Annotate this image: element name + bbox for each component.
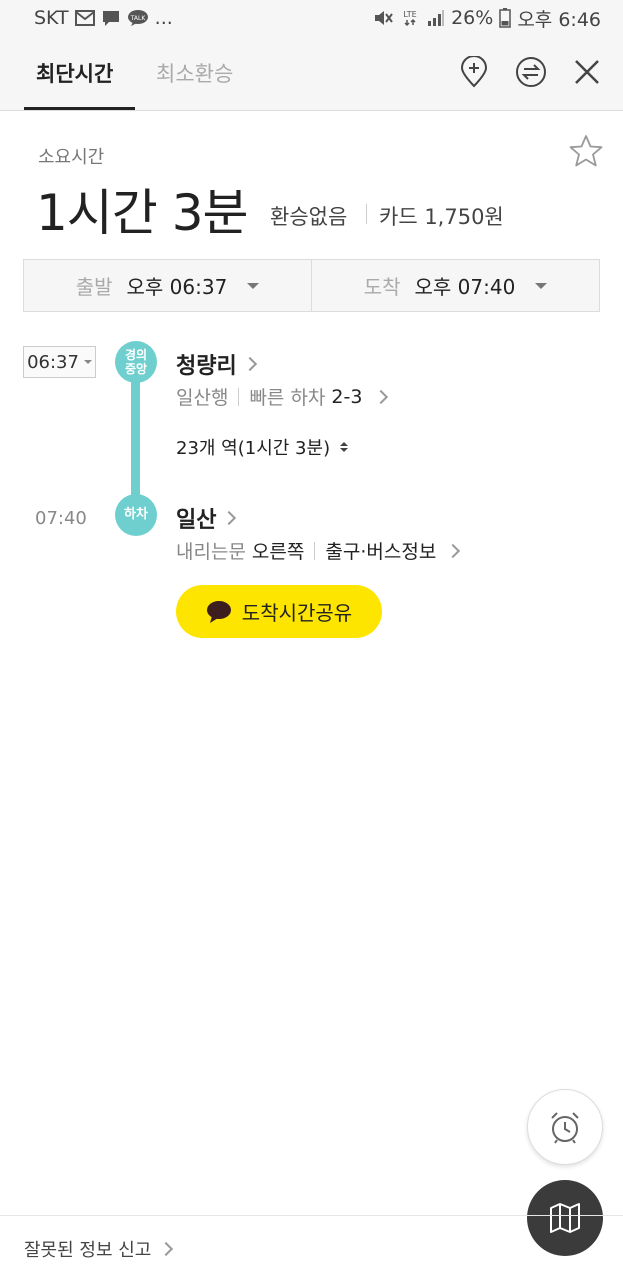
fast-exit-value: 2-3 [331, 385, 363, 408]
arrive-value: 오후 07:40 [414, 275, 516, 299]
end-station: 일산 [176, 508, 217, 533]
alight-badge-label: 하차 [124, 507, 148, 522]
battery-icon [499, 8, 512, 28]
divider [238, 387, 240, 406]
status-bar: SKT TALK ... LTE 26% 오후 6:46 [0, 0, 623, 36]
close-button[interactable] [571, 56, 603, 88]
svg-text:TALK: TALK [129, 15, 146, 22]
status-right: LTE 26% 오후 6:46 [373, 5, 601, 32]
add-place-button[interactable] [458, 56, 490, 88]
tab-fewest-transfers[interactable]: 최소환승 [156, 58, 233, 88]
exit-info-link[interactable]: 출구·버스정보 [325, 537, 436, 564]
map-button[interactable] [527, 1180, 603, 1256]
share-arrival-button[interactable]: 도착시간공유 [176, 585, 382, 638]
share-arrival-label: 도착시간공유 [241, 601, 353, 625]
chevron-right-icon [159, 1241, 174, 1257]
direction: 일산행 [176, 387, 229, 409]
door-label: 내리는문 [176, 541, 246, 563]
depart-label: 출발 [75, 275, 113, 299]
summary-divider [366, 204, 367, 224]
transfer-count: 환승없음 [270, 205, 348, 229]
end-station-link[interactable]: 일산 [176, 502, 237, 534]
fare-info: 카드 1,750원 [379, 205, 504, 229]
depart-time: 06:37 [27, 351, 79, 373]
swap-icon [516, 57, 546, 87]
chat-icon [101, 9, 121, 27]
arrive-time: 07:40 [35, 508, 87, 529]
chevron-right-icon [242, 356, 257, 372]
chevron-down-icon [247, 282, 260, 289]
battery-percent: 26% [451, 7, 494, 29]
report-error-label: 잘못된 정보 신고 [24, 1240, 152, 1261]
tab-fastest[interactable]: 최단시간 [36, 58, 113, 88]
arrive-time-select[interactable]: 도착 오후 07:40 [311, 260, 599, 311]
speech-bubble-icon [206, 600, 231, 623]
expand-icon [340, 442, 349, 452]
favorite-button[interactable] [568, 133, 604, 169]
line-badge-label: 경의 중앙 [124, 348, 148, 376]
map-icon [550, 1203, 580, 1233]
report-error-link[interactable]: 잘못된 정보 신고 [24, 1236, 174, 1262]
chevron-right-icon [446, 543, 461, 558]
start-station-link[interactable]: 청량리 [176, 348, 257, 380]
more-notifications: ... [154, 7, 173, 29]
depart-time-dropdown[interactable]: 06:37 [23, 346, 96, 378]
email-icon [74, 9, 95, 27]
route-header: 최단시간 최소환승 [0, 36, 623, 111]
star-icon [569, 135, 603, 167]
svg-text:LTE: LTE [403, 10, 416, 19]
stops-summary: 23개 역(1시간 3분) [176, 438, 331, 459]
door-value: 오른쪽 [251, 541, 305, 563]
talk-icon: TALK [127, 9, 149, 27]
depart-value: 오후 06:37 [126, 275, 228, 299]
start-station: 청량리 [176, 354, 237, 379]
line-badge: 경의 중앙 [115, 341, 157, 383]
alarm-clock-icon [551, 1112, 579, 1144]
add-place-icon [460, 56, 488, 88]
close-icon [575, 60, 599, 84]
swap-button[interactable] [515, 56, 547, 88]
alarm-button[interactable] [527, 1089, 603, 1165]
fast-exit-label: 빠른 하차 [249, 387, 326, 409]
signal-icon [427, 9, 445, 27]
depart-time-select[interactable]: 출발 오후 06:37 [24, 260, 311, 311]
chevron-right-icon [374, 389, 389, 404]
alight-badge: 하차 [115, 494, 157, 536]
fast-exit-link[interactable]: 일산행 빠른 하차 2-3 [176, 383, 389, 410]
duration-label: 소요시간 [38, 147, 105, 168]
chevron-right-icon [222, 510, 237, 526]
chevron-down-icon [83, 360, 92, 364]
chevron-down-icon [535, 282, 548, 289]
footer-divider [0, 1215, 623, 1216]
lte-icon: LTE [399, 9, 421, 27]
end-station-info: 내리는문 오른쪽 출구·버스정보 [176, 537, 461, 564]
total-duration: 1시간 3분 [36, 184, 249, 242]
arrive-label: 도착 [363, 275, 401, 299]
active-tab-indicator [24, 107, 135, 110]
time-selector: 출발 오후 06:37 도착 오후 07:40 [23, 259, 600, 312]
clock: 오후 6:46 [517, 8, 601, 31]
mute-icon [373, 9, 393, 27]
stops-toggle[interactable]: 23개 역(1시간 3분) [176, 434, 349, 460]
carrier-label: SKT [34, 7, 69, 29]
divider [314, 541, 316, 560]
status-left: SKT TALK ... [34, 7, 173, 29]
